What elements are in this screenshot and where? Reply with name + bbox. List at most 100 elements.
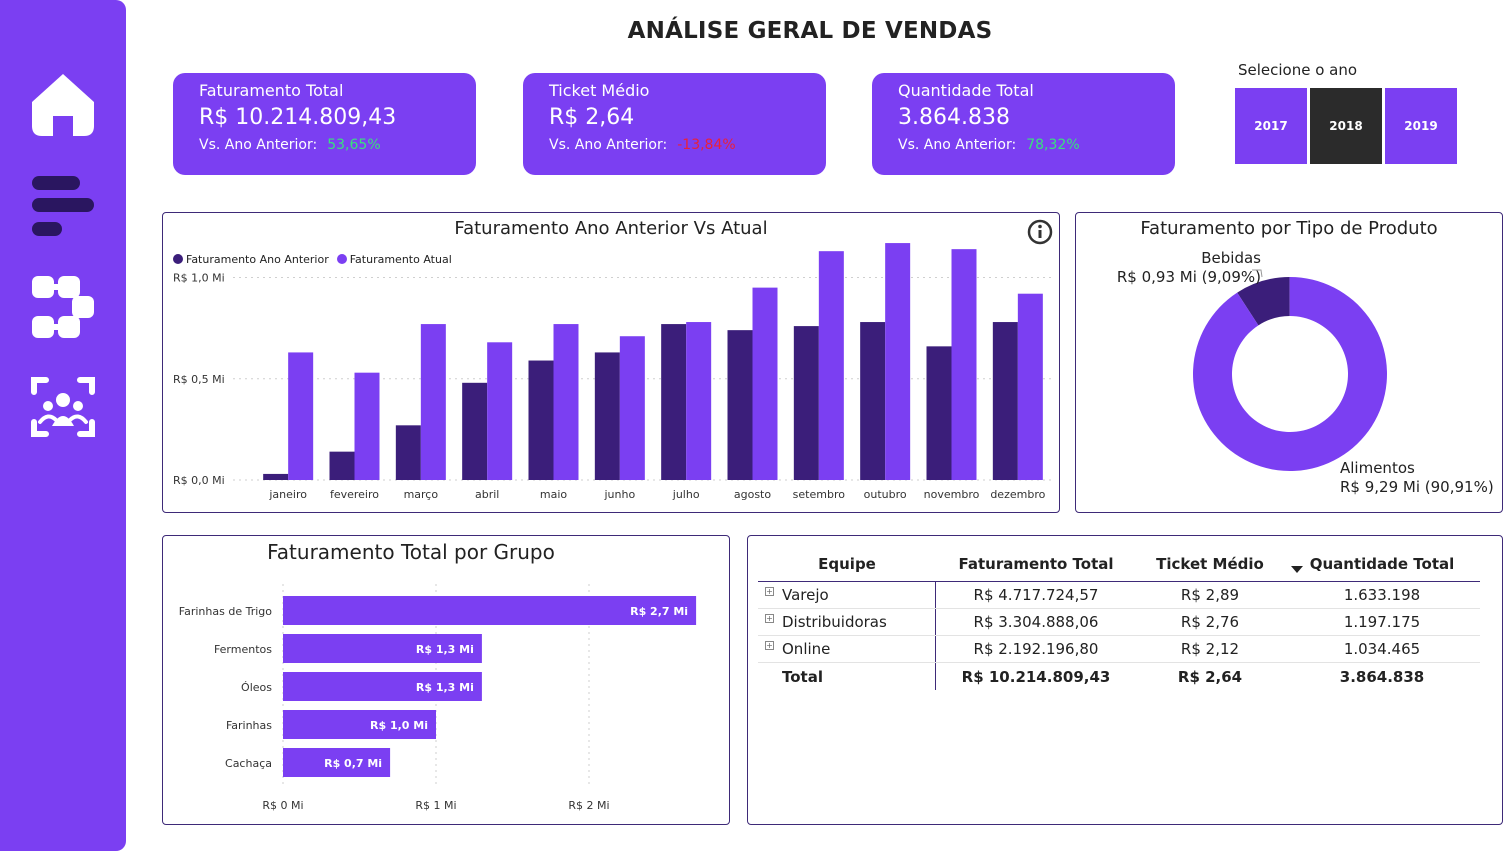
bar-data-label: R$ 2,7 Mi: [630, 605, 688, 618]
kpi-comparison: Vs. Ano Anterior: -13,84%: [549, 137, 826, 153]
column-header-equipe[interactable]: Equipe: [758, 546, 936, 581]
kpi-value: 3.864.838: [898, 105, 1010, 130]
bar-previous[interactable]: [793, 326, 819, 480]
table-cell: + Distribuidoras: [758, 609, 936, 635]
bar-previous[interactable]: [329, 451, 355, 480]
donut-label-name: Alimentos: [1340, 459, 1415, 477]
x-tick-label: R$ 0 Mi: [262, 799, 303, 812]
year-slicer-label: Selecione o ano: [1238, 61, 1358, 79]
bar-previous[interactable]: [395, 425, 421, 480]
table-row: + Distribuidoras R$ 3.304.888,06 R$ 2,76 …: [758, 609, 1480, 636]
bar-current[interactable]: [288, 352, 314, 480]
x-tick-label: janeiro: [268, 488, 307, 501]
group-chart-plot: R$ 0 Mi R$ 1 Mi R$ 2 Mi Farinhas de Trigo R$…: [179, 584, 697, 812]
y-tick-label: R$ 1,0 Mi: [173, 272, 225, 285]
kpi-comparison-value: -13,84%: [677, 137, 736, 153]
kpi-title: Quantidade Total: [898, 81, 1034, 100]
bar-current[interactable]: [752, 287, 778, 480]
connections-icon[interactable]: [28, 272, 98, 342]
monthly-revenue-chart: Faturamento Ano Anterior Vs Atual Fatura…: [162, 212, 1060, 513]
y-category-label: Cachaça: [225, 757, 272, 770]
column-header-ticket[interactable]: Ticket Médio: [1136, 555, 1284, 573]
x-tick-label: maio: [540, 488, 568, 501]
column-header-quantidade[interactable]: Quantidade Total: [1284, 555, 1480, 573]
bar-current[interactable]: [1017, 293, 1043, 480]
kpi-title: Faturamento Total: [199, 81, 344, 100]
expand-icon[interactable]: +: [765, 587, 774, 596]
bar-previous[interactable]: [594, 352, 620, 480]
x-tick-label: outubro: [864, 488, 907, 501]
year-button-2017[interactable]: 2017: [1235, 88, 1307, 164]
team-icon[interactable]: [28, 372, 98, 442]
table-cell: + Varejo: [758, 582, 936, 608]
bar-data-label: R$ 1,3 Mi: [416, 643, 474, 656]
y-tick-label: R$ 0,0 Mi: [173, 474, 225, 487]
kpi-title: Ticket Médio: [549, 81, 650, 100]
bar-previous[interactable]: [263, 473, 289, 480]
expand-icon[interactable]: +: [765, 641, 774, 650]
table-cell: R$ 4.717.724,57: [973, 586, 1099, 604]
bar-previous[interactable]: [727, 330, 753, 480]
kpi-card-quantity: Quantidade Total 3.864.838 Vs. Ano Anter…: [872, 73, 1175, 175]
table-cell: R$ 10.214.809,43: [961, 667, 1111, 686]
group-revenue-chart: Faturamento Total por Grupo R$ 0 Mi R$ 1 …: [162, 535, 730, 825]
sort-descending-icon[interactable]: [1291, 566, 1303, 573]
bar-data-label: R$ 1,3 Mi: [416, 681, 474, 694]
donut-label-name: Bebidas: [1201, 249, 1261, 267]
kpi-card-ticket: Ticket Médio R$ 2,64 Vs. Ano Anterior: -1…: [523, 73, 826, 175]
bar-previous[interactable]: [926, 346, 952, 480]
home-icon[interactable]: [28, 70, 98, 140]
year-button-2018[interactable]: 2018: [1310, 88, 1382, 164]
table-cell: Total: [758, 663, 936, 690]
x-tick-label: julho: [672, 488, 700, 501]
bars-icon[interactable]: [28, 172, 98, 242]
kpi-comparison-label: Vs. Ano Anterior:: [898, 137, 1017, 153]
bar-previous[interactable]: [860, 322, 886, 480]
bar-current[interactable]: [487, 342, 513, 480]
kpi-comparison-label: Vs. Ano Anterior:: [549, 137, 668, 153]
kpi-value: R$ 10.214.809,43: [199, 105, 397, 130]
table-cell: 1.034.465: [1343, 640, 1421, 658]
kpi-comparison-label: Vs. Ano Anterior:: [199, 137, 318, 153]
bar-current[interactable]: [951, 249, 977, 480]
monthly-chart-plot: R$ 0,0 Mi R$ 0,5 Mi R$ 1,0 Mi janeiro fevere…: [173, 243, 1051, 501]
table-grid: Equipe Faturamento Total Ticket Médio Qu…: [758, 546, 1480, 690]
bar-current[interactable]: [619, 336, 645, 480]
x-tick-label: R$ 2 Mi: [568, 799, 609, 812]
x-tick-label: junho: [603, 488, 635, 501]
table-cell: + Online: [758, 636, 936, 662]
table-cell: R$ 3.304.888,06: [973, 613, 1099, 631]
bar-current[interactable]: [420, 324, 446, 480]
bar-previous[interactable]: [528, 360, 554, 480]
column-header-faturamento[interactable]: Faturamento Total: [936, 555, 1136, 573]
product-type-chart: Faturamento por Tipo de Produto Bebidas …: [1075, 212, 1503, 513]
bar-previous[interactable]: [992, 322, 1018, 480]
bar-current[interactable]: [885, 243, 911, 480]
row-label: Online: [782, 640, 831, 658]
x-tick-label: R$ 1 Mi: [415, 799, 456, 812]
bar-current[interactable]: [686, 322, 712, 480]
row-label: Varejo: [782, 586, 829, 604]
sidebar: [0, 0, 126, 851]
bar-current[interactable]: [553, 324, 579, 480]
y-category-label: Óleos: [241, 681, 272, 694]
table-total-row: Total R$ 10.214.809,43 R$ 2,64 3.864.838: [758, 663, 1480, 690]
bar-previous[interactable]: [462, 382, 488, 480]
table-cell: R$ 2,89: [1180, 586, 1240, 604]
row-label: Distribuidoras: [782, 613, 887, 631]
bar-current[interactable]: [354, 372, 380, 480]
kpi-comparison-value: 78,32%: [1026, 137, 1080, 153]
y-category-label: Fermentos: [214, 643, 272, 656]
table-row: + Varejo R$ 4.717.724,57 R$ 2,89 1.633.19…: [758, 582, 1480, 609]
team-table: Equipe Faturamento Total Ticket Médio Qu…: [747, 535, 1503, 825]
donut-label-value: R$ 0,93 Mi (9,09%): [1116, 268, 1261, 286]
bar-current[interactable]: [818, 251, 844, 480]
table-cell: R$ 2,76: [1180, 613, 1240, 631]
bar-previous[interactable]: [661, 324, 687, 480]
x-tick-label: setembro: [793, 488, 846, 501]
table-cell: R$ 2,64: [1177, 667, 1243, 686]
year-button-2019[interactable]: 2019: [1385, 88, 1457, 164]
expand-icon[interactable]: +: [765, 614, 774, 623]
table-cell: 1.197.175: [1343, 613, 1421, 631]
kpi-comparison: Vs. Ano Anterior: 53,65%: [199, 137, 476, 153]
